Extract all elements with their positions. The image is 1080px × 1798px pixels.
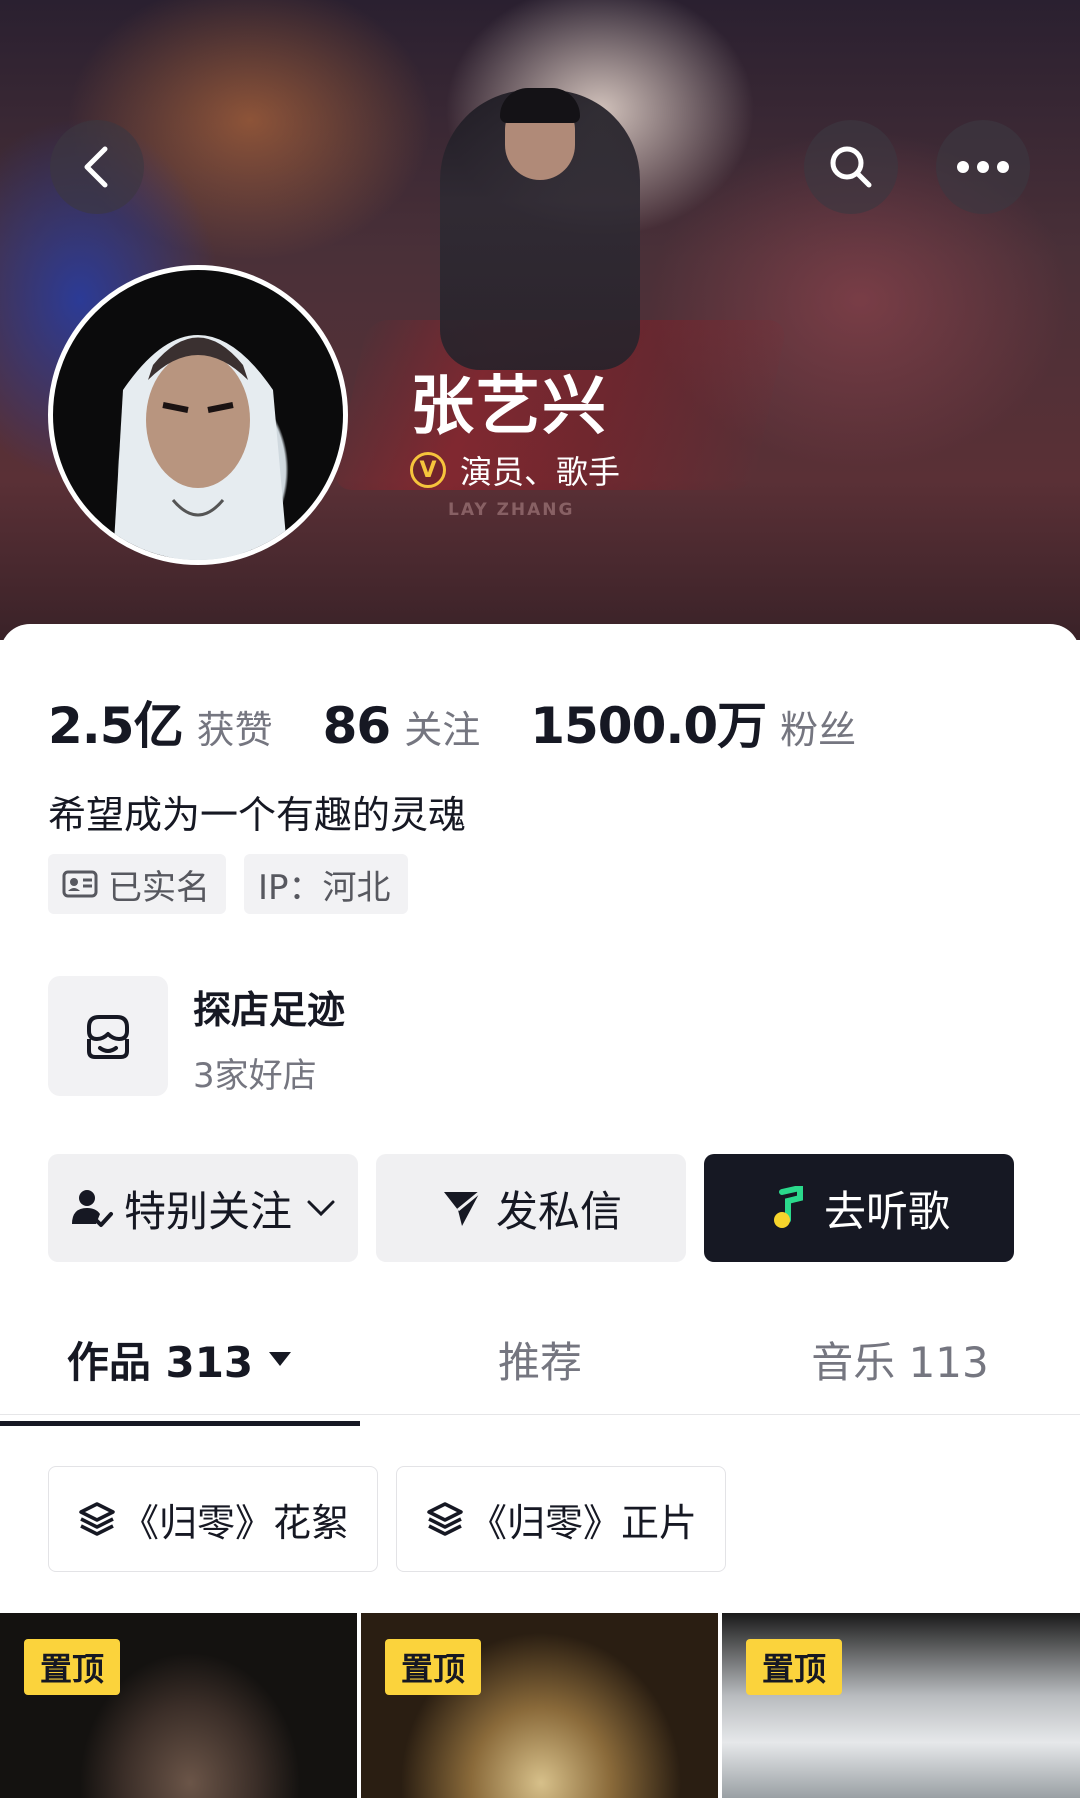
banner-figure-hair [500,88,580,123]
stats-row: 2.5亿 获赞 86 关注 1500.0万 粉丝 [48,686,856,758]
caret-down-icon [269,1352,292,1366]
verification-text: 演员、歌手 [460,453,621,491]
store-icon [87,1015,129,1059]
shop-footprint-subtitle[interactable]: 3家好店 [193,1048,317,1097]
followers-label[interactable]: 粉丝 [780,699,856,754]
more-button[interactable] [936,120,1030,214]
chevron-down-icon [307,1200,335,1217]
ip-location-label: IP：河北 [258,867,391,908]
listen-music-button[interactable]: 去听歌 [704,1154,1014,1262]
music-note-icon [773,1186,803,1228]
tab-music[interactable]: 音乐 113 [720,1304,1080,1414]
shop-footprint-icon-box[interactable] [48,976,168,1096]
send-message-label: 发私信 [495,1186,622,1236]
video-thumbnail[interactable]: 置顶 [722,1613,1080,1798]
special-follow-button[interactable]: 特别关注 [48,1154,358,1262]
following-count[interactable]: 86 [323,697,392,755]
search-button[interactable] [804,120,898,214]
video-thumbnail[interactable]: 置顶 [361,1613,718,1798]
follow-user-check-icon [71,1190,113,1227]
send-plane-icon [443,1190,481,1226]
pinned-badge: 置顶 [24,1639,120,1695]
real-name-label: 已实名 [108,867,210,908]
more-dots-icon [957,161,1009,173]
banner-logo: LAY ZHANG [448,500,575,520]
send-message-button[interactable]: 发私信 [376,1154,686,1262]
tab-works-label: 作品 313 [66,1337,254,1387]
id-card-icon [62,870,98,898]
collection-chip[interactable]: 《归零》正片 [396,1466,726,1572]
layers-icon [427,1502,463,1536]
following-label[interactable]: 关注 [404,699,480,754]
search-icon [830,146,872,188]
verification-row: V 演员、歌手 [410,447,620,493]
shop-footprint-title[interactable]: 探店足迹 [193,979,345,1034]
tab-music-label: 音乐 113 [811,1337,989,1387]
tab-recommend-label: 推荐 [497,1337,582,1387]
followers-count[interactable]: 1500.0万 [530,686,767,758]
tab-recommend[interactable]: 推荐 [360,1304,720,1414]
avatar-portrait [113,335,288,560]
listen-music-label: 去听歌 [823,1186,950,1236]
video-thumbnail[interactable]: 置顶 [0,1613,357,1798]
avatar[interactable] [48,265,348,565]
ip-location-tag: IP：河北 [244,854,408,914]
back-arrow-icon [84,146,108,188]
collection-label: 《归零》正片 [468,1500,697,1545]
collection-label: 《归零》花絮 [120,1500,349,1545]
special-follow-label: 特别关注 [123,1186,292,1236]
active-tab-indicator [0,1421,360,1426]
profile-name: 张艺兴 [410,370,608,444]
pinned-badge: 置顶 [746,1639,842,1695]
real-name-tag: 已实名 [48,854,226,914]
likes-label: 获赞 [196,708,273,752]
likes-count: 2.5亿 [48,697,184,755]
pinned-badge: 置顶 [385,1639,481,1695]
verified-badge-icon: V [410,452,446,488]
profile-bio: 希望成为一个有趣的灵魂 [48,793,467,837]
content-tabs: 作品 313 推荐 音乐 113 [0,1304,1080,1415]
tab-works[interactable]: 作品 313 [0,1304,360,1414]
collection-chip[interactable]: 《归零》花絮 [48,1466,378,1572]
back-button[interactable] [50,120,144,214]
layers-icon [79,1502,115,1536]
